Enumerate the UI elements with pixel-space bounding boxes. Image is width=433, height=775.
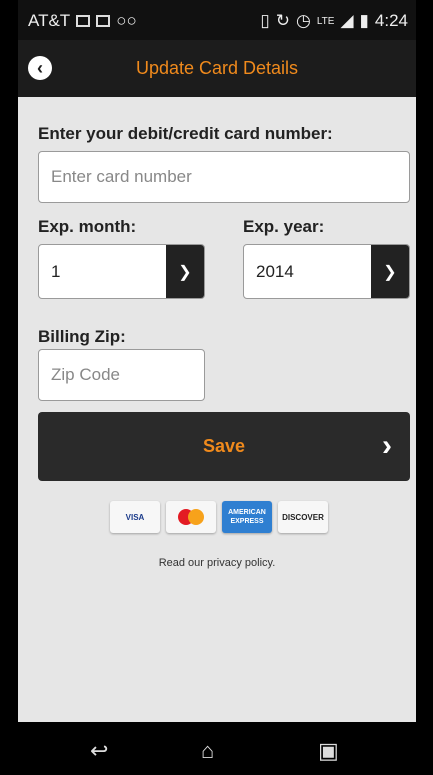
image-icon [96, 15, 111, 27]
time-label: 4:24 [374, 11, 408, 30]
card-number-label: Enter your debit/credit card number: [38, 124, 333, 143]
chevron-down-icon: ❯ [166, 245, 204, 298]
back-nav-icon[interactable]: ↩ [90, 738, 108, 764]
zip-code-placeholder: Zip Code [51, 365, 120, 384]
exp-month-select[interactable]: 1 ❯ [38, 244, 205, 299]
privacy-policy-link[interactable]: Read our privacy policy. [18, 557, 416, 569]
exp-month-value: 1 [51, 261, 61, 281]
exp-year-label: Exp. year: [243, 217, 325, 236]
sync-icon: ↻ [275, 11, 291, 30]
zip-code-input[interactable]: Zip Code [38, 349, 205, 401]
discover-text: DISCOVER [282, 512, 324, 522]
mail-icon [76, 15, 91, 27]
vibrate-icon: ▯ [260, 11, 270, 30]
card-logos: VISA AMERICAN EXPRESS DISCOVER [110, 501, 328, 533]
home-nav-icon[interactable]: ⌂ [201, 738, 214, 764]
recents-nav-icon[interactable]: ▣ [318, 738, 339, 764]
amex-text-1: AMERICAN [228, 509, 266, 516]
alarm-icon: ◷ [296, 11, 311, 30]
visa-icon: VISA [110, 501, 160, 533]
phone-screen: AT&T ○○ ▯ ↻ ◷ LTE ◢ ▮ 4:24 ‹ Update Card… [18, 0, 416, 775]
amex-icon: AMERICAN EXPRESS [222, 501, 272, 533]
save-button[interactable]: Save › [38, 412, 410, 481]
network-label: LTE [316, 15, 335, 27]
chevron-right-icon: › [382, 429, 392, 462]
card-number-placeholder: Enter card number [51, 167, 192, 186]
exp-month-label: Exp. month: [38, 217, 137, 236]
carrier-label: AT&T [28, 11, 71, 30]
save-label: Save [202, 436, 246, 456]
card-number-input[interactable]: Enter card number [38, 151, 410, 203]
status-bar: AT&T ○○ ▯ ↻ ◷ LTE ◢ ▮ 4:24 [18, 0, 416, 40]
voicemail-icon: ○○ [116, 11, 137, 30]
signal-icon: ◢ [340, 11, 354, 30]
billing-zip-label: Billing Zip: [38, 327, 126, 346]
exp-year-value: 2014 [256, 261, 294, 281]
app-header: ‹ Update Card Details [18, 40, 416, 97]
card-form: Enter your debit/credit card number: Ent… [18, 97, 416, 722]
page-title: Update Card Details [135, 58, 299, 78]
amex-text-2: EXPRESS [230, 518, 264, 525]
visa-text: VISA [125, 512, 145, 522]
nav-bar: ↩ ⌂ ▣ [18, 722, 416, 775]
battery-icon: ▮ [359, 11, 369, 30]
exp-year-select[interactable]: 2014 ❯ [243, 244, 410, 299]
chevron-down-icon: ❯ [371, 245, 409, 298]
mastercard-icon [166, 501, 216, 533]
discover-icon: DISCOVER [278, 501, 328, 533]
